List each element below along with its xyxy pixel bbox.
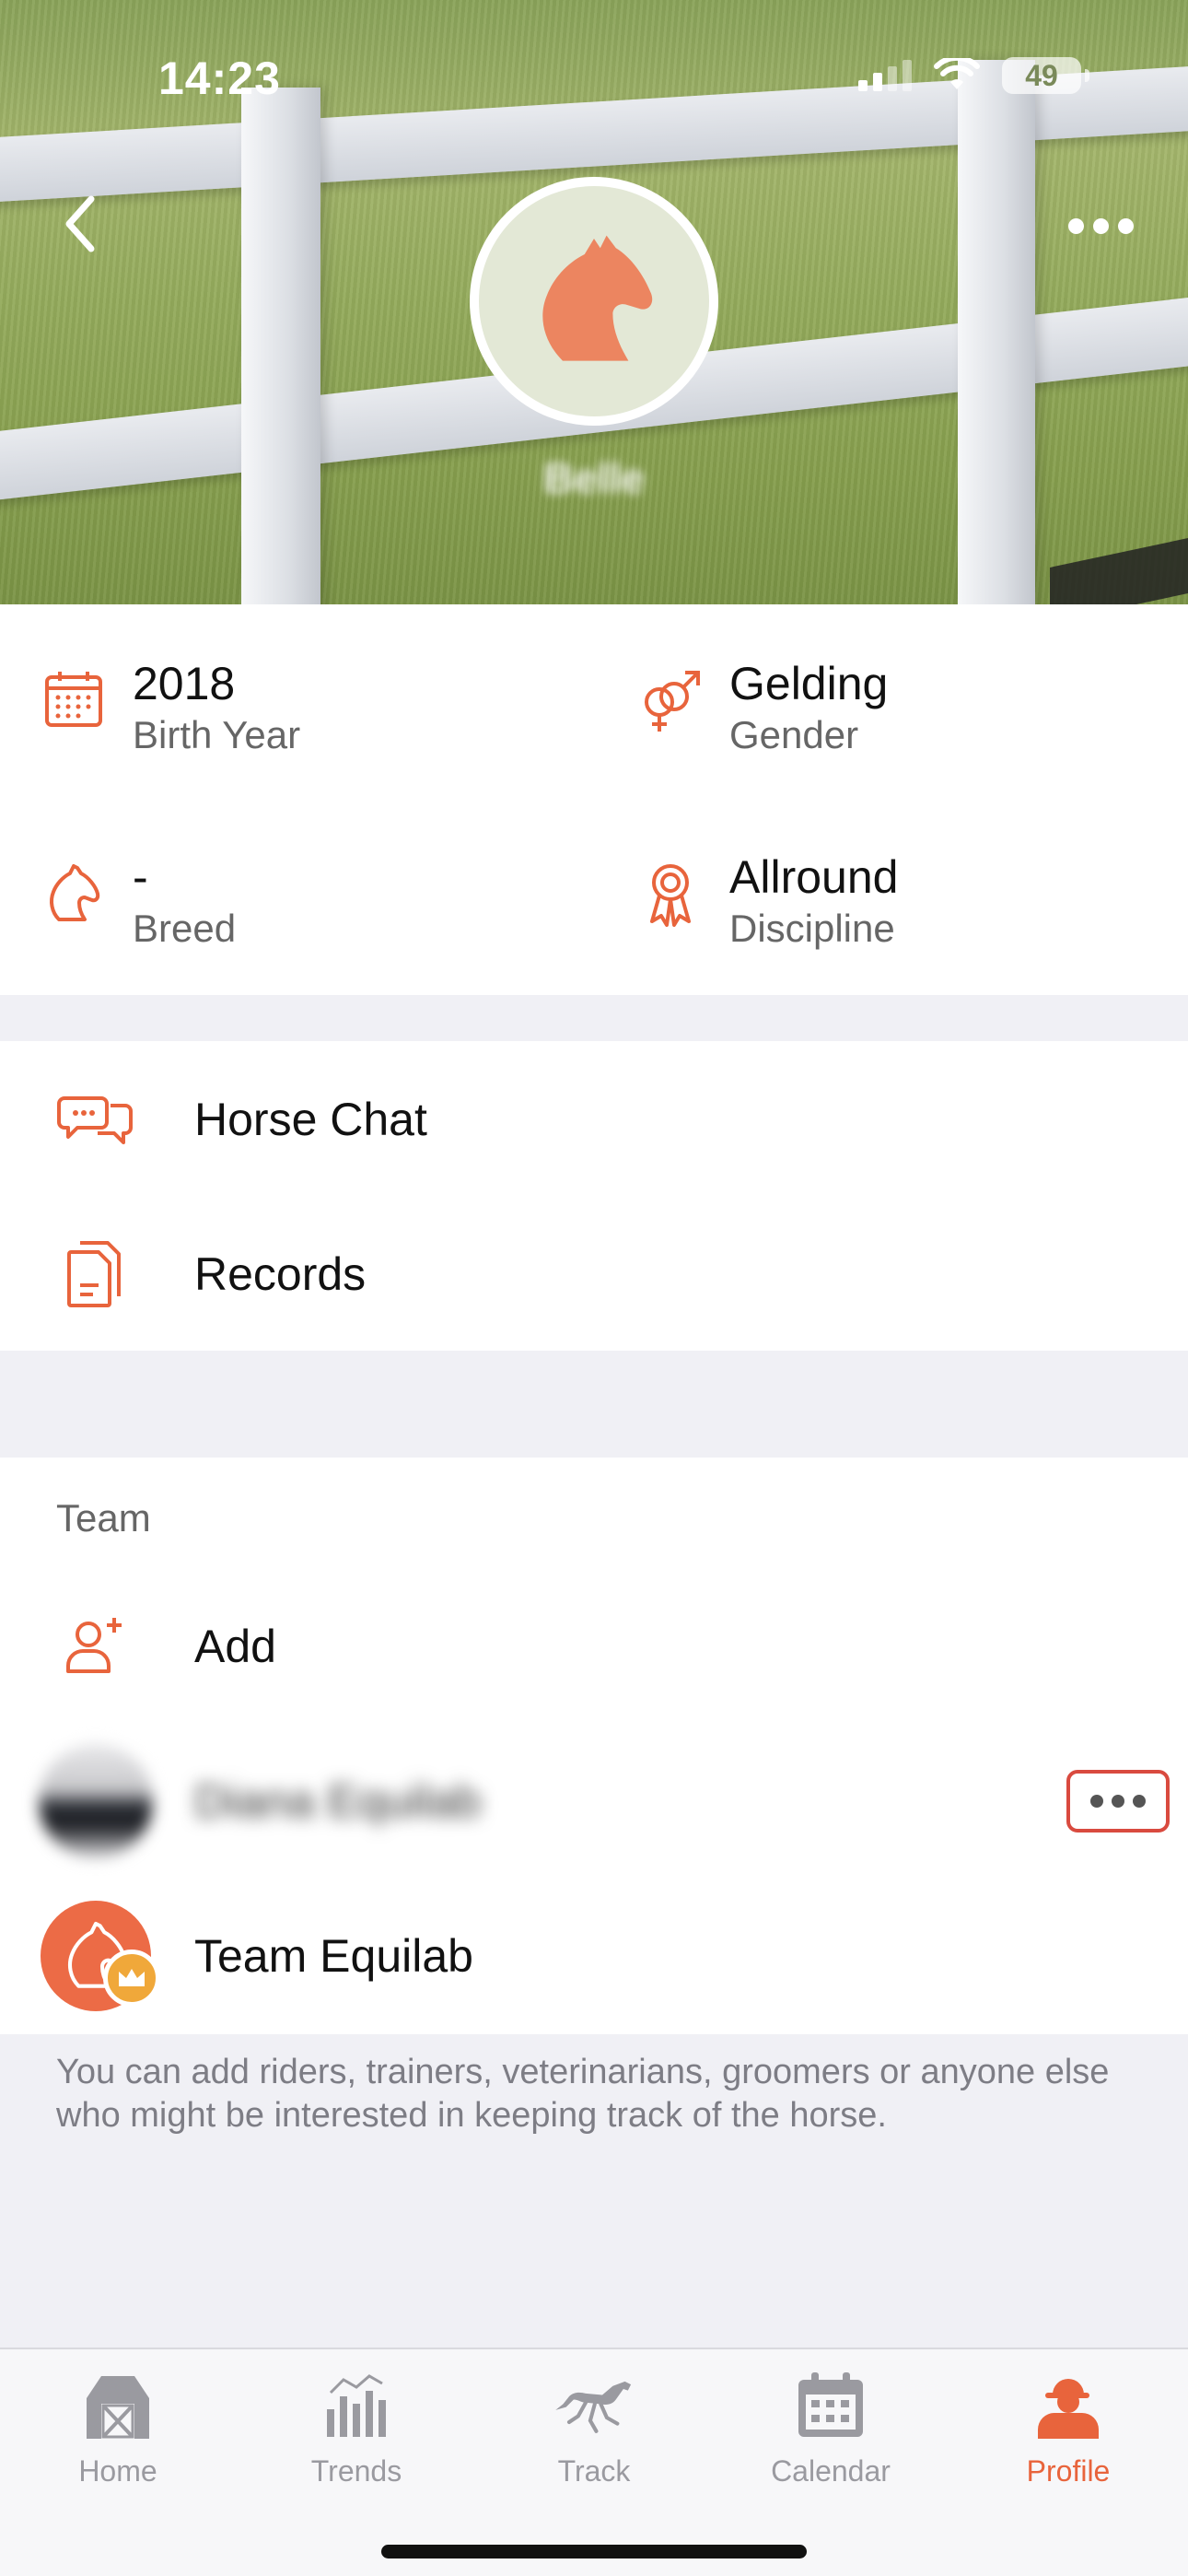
horse-avatar[interactable] xyxy=(470,177,718,426)
add-team-member-row[interactable]: Add xyxy=(0,1577,1188,1715)
ribbon-icon xyxy=(634,857,707,931)
horse-info-panel: 2018 Birth Year Gelding Gender - Breed A… xyxy=(0,604,1188,995)
horse-head-icon xyxy=(542,235,653,361)
tab-profile-label: Profile xyxy=(1026,2454,1111,2488)
gender-label: Gender xyxy=(729,713,859,756)
horse-actions-section: Horse Chat Records xyxy=(0,1041,1188,1351)
team-member-row[interactable]: Diana Equilab xyxy=(0,1732,1188,1870)
team-member-row[interactable]: Team Equilab xyxy=(0,1887,1188,2025)
tab-track[interactable]: Track xyxy=(502,2364,686,2502)
avatar xyxy=(39,1744,153,1858)
signal-icon xyxy=(858,60,912,91)
discipline-label: Discipline xyxy=(729,907,895,950)
running-horse-icon xyxy=(553,2364,635,2447)
status-icons: 49 xyxy=(858,57,1089,94)
records-label: Records xyxy=(194,1248,367,1300)
breed-value: - xyxy=(133,851,148,903)
barn-icon xyxy=(76,2364,159,2447)
wifi-icon xyxy=(934,58,980,89)
horse-name: Belle xyxy=(543,454,645,502)
birth-year-value: 2018 xyxy=(133,658,236,709)
fence-post xyxy=(958,60,1035,604)
horse-chat-label: Horse Chat xyxy=(194,1094,427,1145)
calendar-icon xyxy=(37,663,111,737)
tab-home-label: Home xyxy=(78,2454,157,2488)
fence-post xyxy=(241,88,320,604)
chat-bubbles-icon xyxy=(44,1069,146,1170)
gender-value: Gelding xyxy=(729,658,889,709)
team-member-name: Team Equilab xyxy=(194,1930,473,1982)
back-button[interactable] xyxy=(48,192,112,256)
info-discipline: Allround Discipline xyxy=(634,849,898,953)
tab-trends-label: Trends xyxy=(310,2454,402,2488)
calendar-icon xyxy=(789,2364,872,2447)
info-birth-year: 2018 Birth Year xyxy=(37,656,300,759)
status-time: 14:23 xyxy=(158,53,281,104)
battery-indicator: 49 xyxy=(1002,57,1089,94)
records-row[interactable]: Records xyxy=(0,1205,1188,1343)
bar-chart-icon xyxy=(315,2364,398,2447)
tab-track-label: Track xyxy=(557,2454,631,2488)
more-options-button[interactable] xyxy=(1059,203,1142,249)
birth-year-label: Birth Year xyxy=(133,713,301,756)
discipline-value: Allround xyxy=(729,851,899,903)
team-member-name: Diana Equilab xyxy=(194,1775,482,1827)
chevron-left-icon xyxy=(65,195,95,252)
tab-trends[interactable]: Trends xyxy=(264,2364,448,2502)
info-breed: - Breed xyxy=(37,849,236,953)
breed-label: Breed xyxy=(133,907,237,950)
team-section: Team Add Diana Equilab Team Equilab xyxy=(0,1458,1188,2034)
member-more-button[interactable] xyxy=(1066,1770,1170,1832)
info-gender: Gelding Gender xyxy=(634,656,888,759)
gender-icon xyxy=(634,663,707,737)
horse-chat-row[interactable]: Horse Chat xyxy=(0,1050,1188,1188)
horse-head-icon xyxy=(37,857,111,931)
rider-profile-icon xyxy=(1027,2364,1110,2447)
add-person-icon xyxy=(44,1596,146,1697)
tab-bar: Home Trends Track Calendar Profile xyxy=(0,2348,1188,2576)
team-header: Team xyxy=(56,1496,151,1540)
add-label: Add xyxy=(194,1621,276,1672)
documents-icon xyxy=(44,1224,146,1325)
tab-home[interactable]: Home xyxy=(26,2364,210,2502)
tab-calendar[interactable]: Calendar xyxy=(739,2364,923,2502)
tab-profile[interactable]: Profile xyxy=(976,2364,1160,2502)
crown-icon xyxy=(103,1950,160,2007)
tab-calendar-label: Calendar xyxy=(771,2454,891,2488)
team-help-text: You can add riders, trainers, veterinari… xyxy=(56,2053,1110,2135)
profile-header: 14:23 49 Belle xyxy=(0,0,1188,604)
home-indicator[interactable] xyxy=(381,2545,807,2558)
